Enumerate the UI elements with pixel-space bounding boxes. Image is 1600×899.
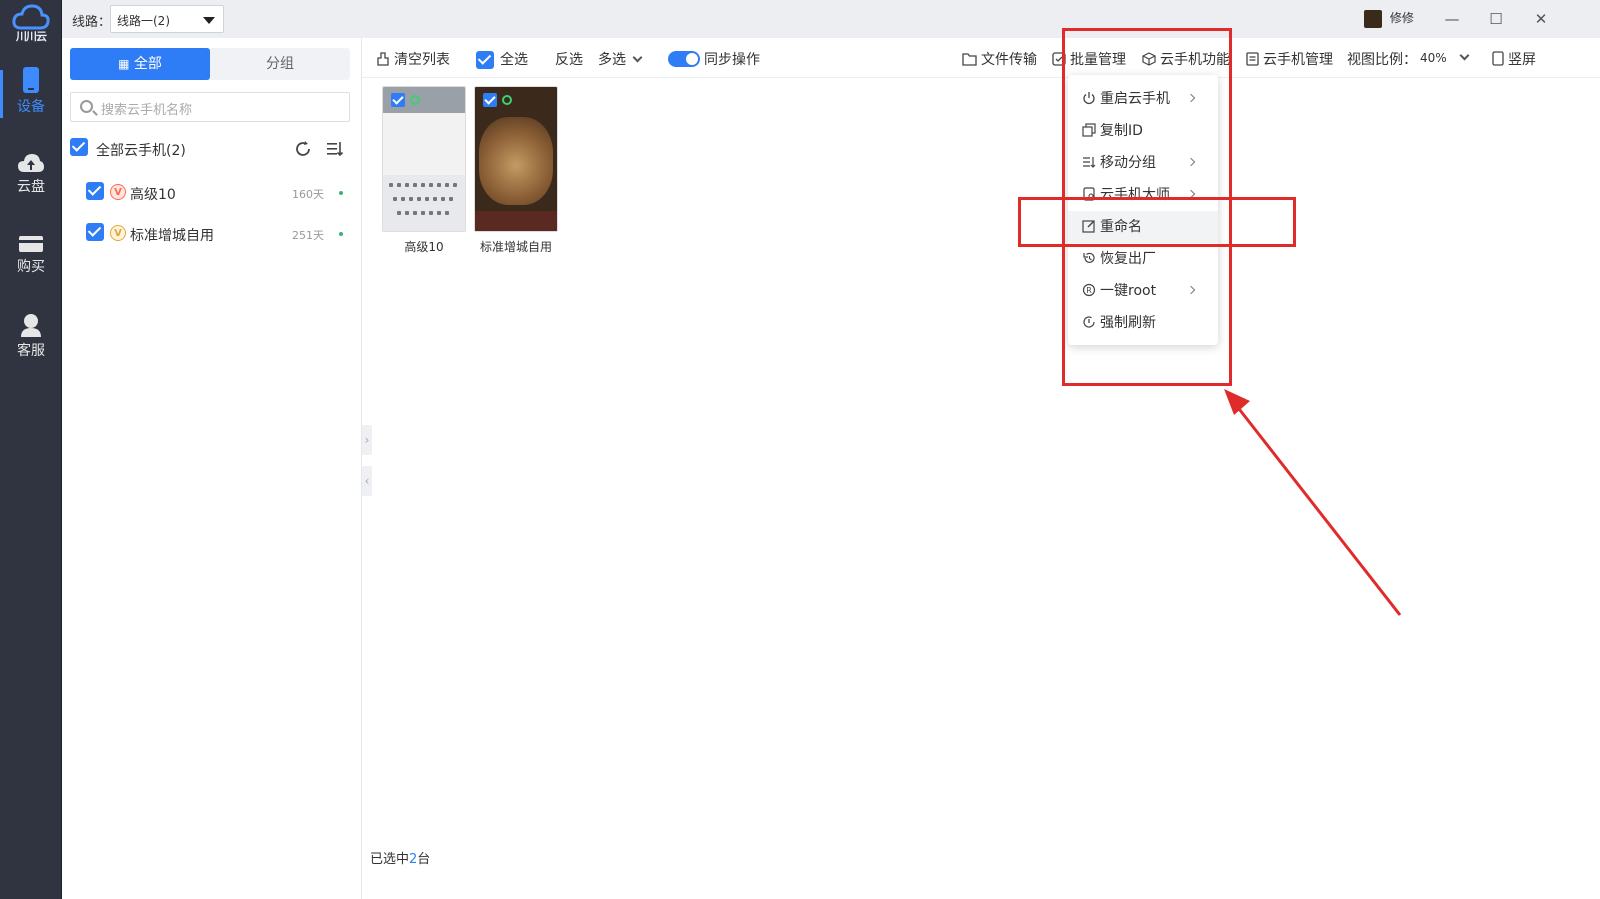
grid-icon: ▦ [118, 57, 130, 71]
device-name: 标准增城自用 [130, 228, 214, 244]
caret-down-icon [203, 17, 215, 24]
vip-badge: V [110, 225, 126, 241]
close-button[interactable]: ✕ [1528, 6, 1554, 32]
phone-checkbox[interactable] [483, 93, 497, 107]
status-suffix: 台 [417, 852, 431, 867]
search-input[interactable]: 搜索云手机名称 [70, 92, 350, 122]
online-indicator [502, 95, 512, 105]
maximize-button[interactable]: ☐ [1483, 6, 1509, 32]
toolbar-label: 同步操作 [704, 52, 760, 68]
route-select[interactable]: 线路一(2) [110, 5, 224, 33]
phone-checkbox[interactable] [391, 93, 405, 107]
device-days: 160天 [292, 188, 324, 201]
nav-label: 设备 [17, 99, 45, 115]
toolbar-label: 文件传输 [981, 52, 1037, 68]
cloud-upload-icon [18, 154, 44, 172]
device-panel: ▦ 全部 分组 搜索云手机名称 全部云手机(2) V 高级10 160天 V 标… [62, 38, 362, 899]
all-phones-label: 全部云手机(2) [96, 143, 186, 159]
online-dot [339, 191, 343, 195]
toolbar: 清空列表 全选 反选 多选 同步操作 文件传输 批量管理 云手机功能 云手机管理… [362, 38, 1600, 78]
minimize-button[interactable]: — [1439, 6, 1465, 32]
chevron-down-icon [632, 52, 643, 63]
nav-item-support[interactable]: 客服 [0, 312, 62, 374]
user-info[interactable]: 修修 [1364, 9, 1414, 28]
view-ratio-value: 40% [1420, 51, 1447, 65]
title-bar: 线路： 线路一(2) 修修 — ☐ ✕ [62, 0, 1600, 38]
all-phones-row[interactable]: 全部云手机(2) [70, 138, 354, 162]
file-transfer-button[interactable]: 文件传输 [962, 49, 1037, 69]
invert-selection-button[interactable]: 反选 [555, 49, 583, 69]
sort-icon[interactable] [326, 140, 344, 158]
phone-preview-1[interactable] [382, 86, 466, 232]
cloud-logo-icon [12, 4, 50, 30]
list-item-device[interactable]: V 标准增城自用 251天 [86, 223, 350, 247]
vip-badge: V [110, 184, 126, 200]
sync-toggle[interactable]: 同步操作 [668, 49, 760, 69]
list-item-device[interactable]: V 高级10 160天 [86, 182, 350, 206]
device-days: 251天 [292, 229, 324, 242]
view-ratio-dropdown[interactable]: 40% [1420, 50, 1470, 65]
toolbar-label: 竖屏 [1508, 52, 1536, 68]
checkbox-all[interactable] [70, 138, 88, 156]
phone-manage-button[interactable]: 云手机管理 [1246, 49, 1333, 69]
phone-icon [23, 67, 39, 93]
device-name: 高级10 [130, 187, 176, 203]
annotation-box-rename [1018, 197, 1296, 247]
phone-preview-2[interactable] [474, 86, 558, 232]
nav-item-cloud-disk[interactable]: 云盘 [0, 152, 62, 214]
checkbox-select-all[interactable] [476, 51, 494, 69]
toolbar-label: 多选 [598, 52, 626, 68]
route-label: 线路： [72, 15, 112, 30]
checkbox-device[interactable] [86, 182, 104, 200]
list-doc-icon [1246, 52, 1259, 66]
tab-all[interactable]: ▦ 全部 [70, 48, 210, 80]
portrait-button[interactable]: 竖屏 [1492, 49, 1536, 69]
multi-select-dropdown[interactable]: 多选 [598, 49, 643, 69]
route-value: 线路一(2) [117, 14, 170, 28]
phone-label: 高级10 [404, 240, 444, 254]
phone-label: 标准增城自用 [479, 240, 552, 254]
collapse-panel-button[interactable]: ‹ [362, 466, 372, 496]
folder-icon [962, 53, 977, 66]
refresh-icon[interactable] [294, 140, 312, 158]
logo-text: 川川云 [16, 30, 47, 43]
avatar [1364, 9, 1382, 28]
search-placeholder: 搜索云手机名称 [101, 103, 193, 118]
clear-list-button[interactable]: 清空列表 [376, 49, 450, 69]
search-icon [80, 100, 93, 113]
toolbar-label: 清空列表 [394, 52, 450, 68]
select-all-button[interactable]: 全选 [476, 49, 528, 69]
nav-label: 客服 [17, 343, 45, 359]
game-scene [479, 117, 553, 205]
toolbar-label: 云手机管理 [1263, 52, 1333, 68]
tab-label: 全部 [133, 56, 162, 72]
app-logo: 川川云 [6, 4, 56, 50]
online-indicator [410, 95, 420, 105]
nav-item-buy[interactable]: 购买 [0, 234, 62, 296]
annotation-arrow-icon [1224, 389, 1402, 616]
phone-keyboard [383, 175, 465, 231]
selection-status: 已选中2台 [370, 848, 430, 867]
status-prefix: 已选中 [370, 852, 410, 867]
group-tabs: ▦ 全部 分组 [70, 48, 350, 80]
game-hud [475, 211, 557, 231]
nav-item-devices[interactable]: 设备 [0, 66, 62, 128]
expand-panel-button[interactable]: › [362, 425, 372, 455]
online-dot [339, 232, 343, 236]
card-icon [19, 236, 43, 252]
support-icon [21, 314, 41, 337]
portrait-icon [1492, 51, 1504, 66]
view-ratio-label: 视图比例： [1347, 52, 1417, 68]
broom-icon [377, 52, 389, 66]
checkbox-device[interactable] [86, 223, 104, 241]
user-name: 修修 [1389, 11, 1414, 25]
tab-group[interactable]: 分组 [210, 48, 350, 80]
nav-label: 购买 [17, 259, 45, 275]
left-nav: 川川云 设备 云盘 购买 客服 [0, 0, 62, 899]
chevron-down-icon [1459, 50, 1470, 61]
toggle-switch[interactable] [668, 51, 700, 67]
nav-label: 云盘 [17, 179, 45, 195]
toolbar-label: 全选 [500, 52, 528, 68]
